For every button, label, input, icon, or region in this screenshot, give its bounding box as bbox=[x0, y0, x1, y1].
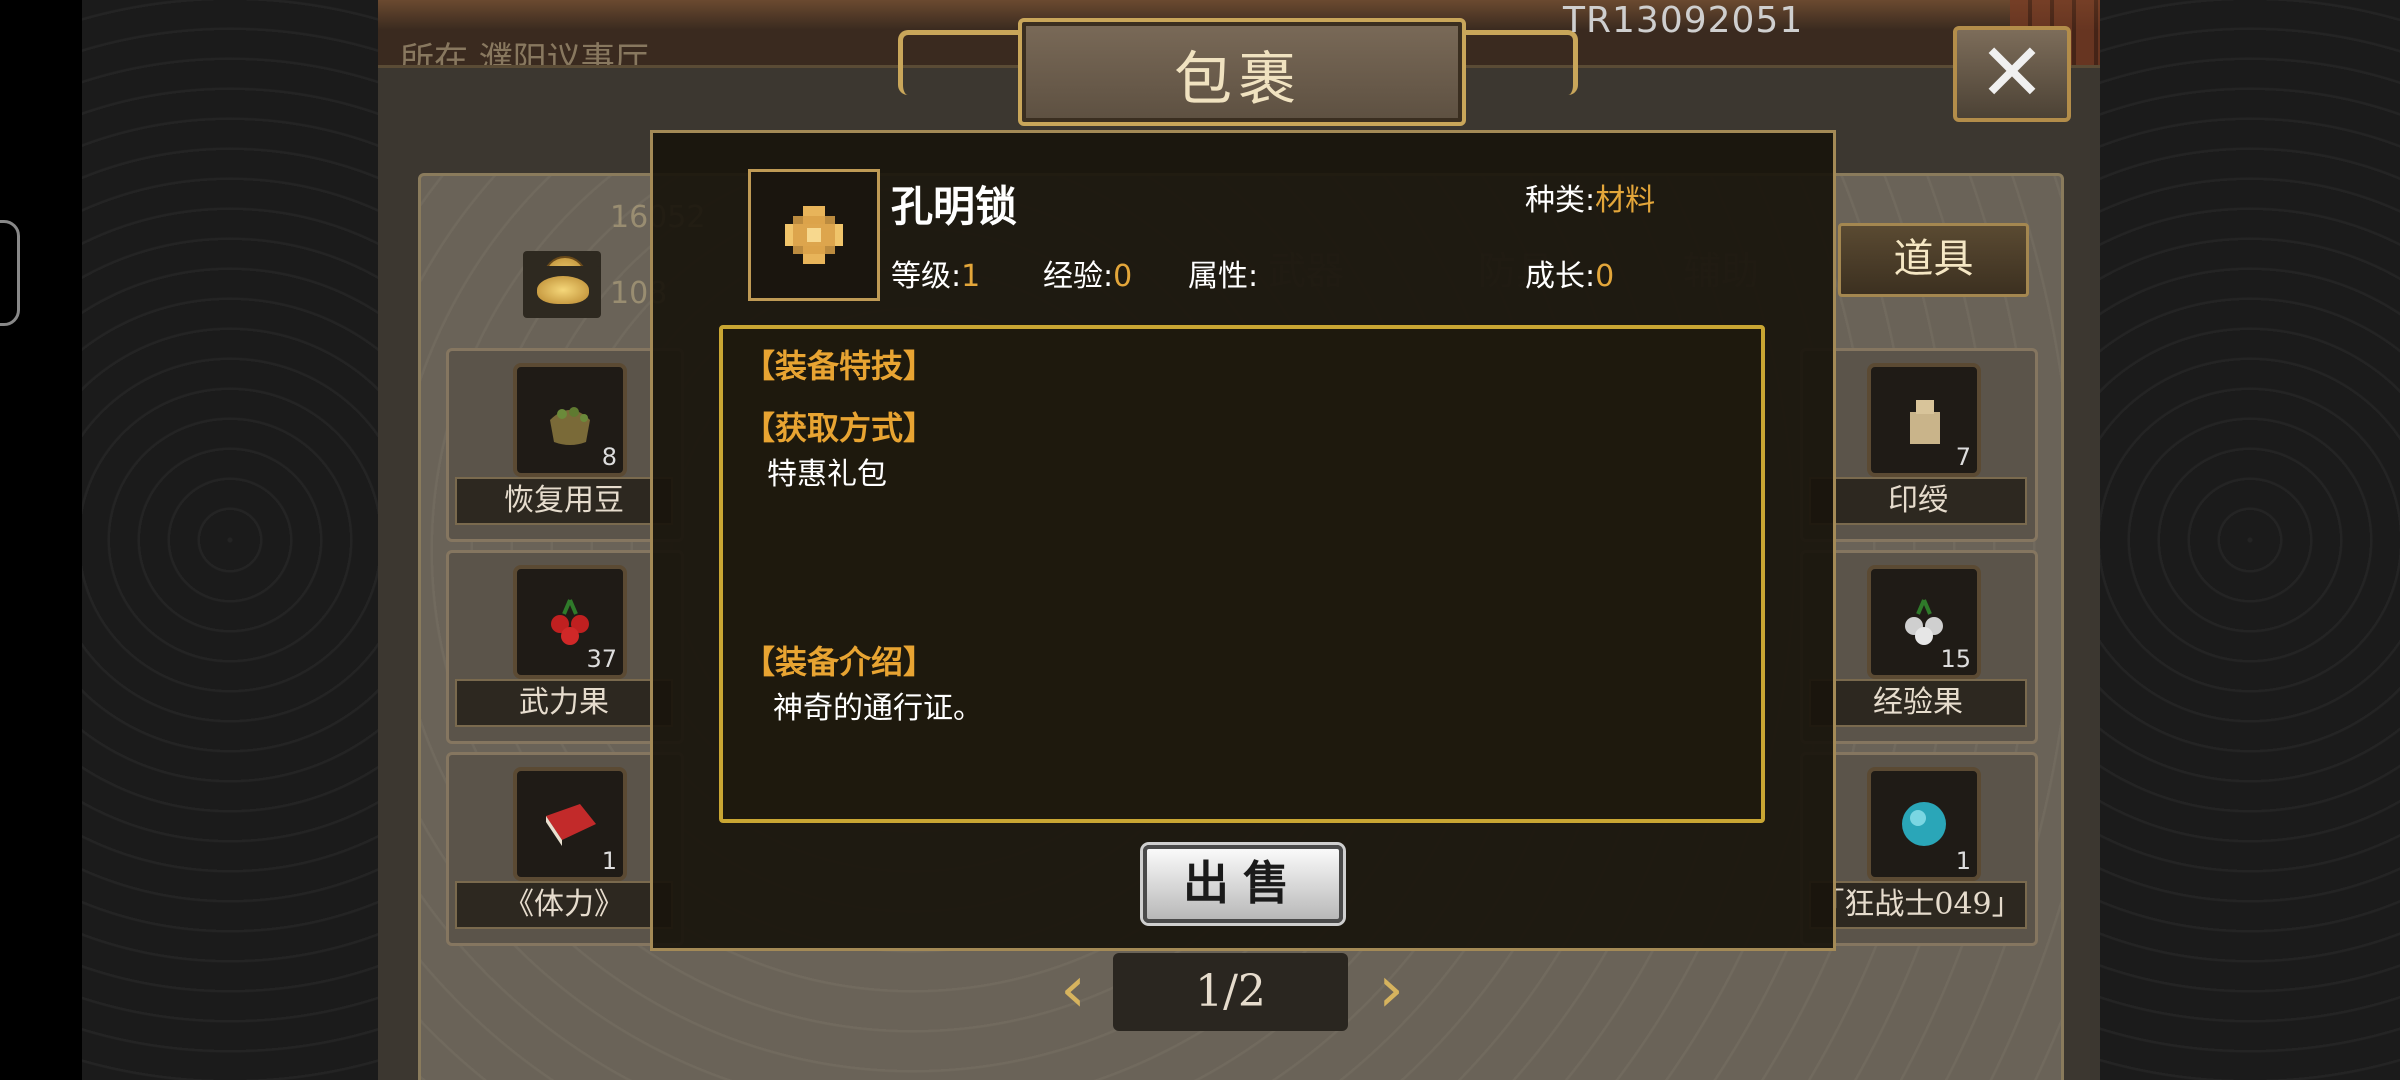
item-type: 种类:材料 bbox=[1525, 175, 1655, 219]
exp-stat: 经验:0 bbox=[1043, 251, 1132, 295]
item-slot: 15 bbox=[1867, 565, 1981, 679]
item-detail-popup: 孔明锁 种类:材料 等级:1 经验:0 属性: 成长:0 【装备特技】 【获取方… bbox=[650, 130, 1836, 951]
right-background-pattern bbox=[2100, 0, 2400, 1080]
grid-item-stamina-book[interactable]: 1 《体力》 bbox=[446, 752, 684, 946]
type-label: 种类: bbox=[1525, 183, 1596, 218]
attr-stat: 属性: bbox=[1188, 251, 1258, 295]
source-heading: 【获取方式】 bbox=[743, 409, 936, 447]
type-value: 材料 bbox=[1595, 183, 1656, 218]
item-icon-frame bbox=[748, 169, 880, 301]
intro-heading: 【装备介绍】 bbox=[743, 643, 936, 681]
sell-button[interactable]: 出售 bbox=[1143, 845, 1343, 923]
bean-sack-icon bbox=[550, 407, 590, 445]
window-title: 包裹 bbox=[1173, 45, 1302, 113]
item-slot: 1 bbox=[513, 767, 627, 881]
item-slot: 37 bbox=[513, 565, 627, 679]
skill-heading: 【装备特技】 bbox=[743, 347, 936, 385]
item-label: 经验果 bbox=[1809, 679, 2027, 727]
close-icon: ✕ bbox=[1978, 26, 2046, 119]
item-count: 37 bbox=[586, 645, 617, 673]
page-indicator: 1/2 bbox=[1113, 953, 1348, 1031]
item-slot: 7 bbox=[1867, 363, 1981, 477]
item-count: 8 bbox=[601, 443, 617, 471]
blue-orb-icon bbox=[1902, 802, 1946, 846]
item-label: 「狂战士049」 bbox=[1809, 881, 2027, 929]
kongming-lock-icon bbox=[785, 206, 843, 264]
growth-value: 0 bbox=[1595, 259, 1615, 294]
level-label: 等级: bbox=[891, 259, 962, 294]
growth-stat: 成长:0 bbox=[1525, 251, 1614, 295]
item-label: 印绶 bbox=[1809, 477, 2027, 525]
level-value: 1 bbox=[961, 259, 981, 294]
ingot-icon bbox=[523, 266, 601, 318]
item-label: 《体力》 bbox=[455, 881, 673, 929]
exp-label: 经验: bbox=[1043, 259, 1114, 294]
tab-items[interactable]: 道具 bbox=[1838, 223, 2029, 297]
item-count: 7 bbox=[1955, 443, 1971, 471]
exp-value: 0 bbox=[1113, 259, 1133, 294]
attr-label: 属性: bbox=[1188, 259, 1259, 294]
back-gesture-handle[interactable] bbox=[0, 220, 20, 326]
player-id: TR13092051 bbox=[1563, 0, 1804, 41]
item-slot: 1 bbox=[1867, 767, 1981, 881]
item-detail-box: 【装备特技】 【获取方式】 特惠礼包 【装备介绍】 神奇的通行证。 bbox=[719, 325, 1765, 823]
grid-item-strength-fruit[interactable]: 37 武力果 bbox=[446, 550, 684, 744]
item-label: 武力果 bbox=[455, 679, 673, 727]
next-arrow-icon[interactable]: › bbox=[1368, 958, 1414, 1023]
intro-text: 神奇的通行证。 bbox=[773, 691, 983, 726]
seal-box-icon bbox=[1910, 400, 1940, 444]
left-background-pattern bbox=[82, 0, 378, 1080]
prev-arrow-icon[interactable]: ‹ bbox=[1050, 958, 1096, 1023]
item-count: 1 bbox=[601, 847, 617, 875]
grid-item-recovery-bean[interactable]: 8 恢复用豆 bbox=[446, 348, 684, 542]
red-fruit-icon bbox=[551, 599, 589, 645]
item-name: 孔明锁 bbox=[891, 182, 1018, 231]
growth-label: 成长: bbox=[1525, 259, 1596, 294]
level-stat: 等级:1 bbox=[891, 251, 980, 295]
item-label: 恢复用豆 bbox=[455, 477, 673, 525]
item-count: 1 bbox=[1955, 847, 1971, 875]
white-fruit-icon bbox=[1905, 599, 1943, 645]
left-bezel bbox=[0, 0, 82, 1080]
source-text: 特惠礼包 bbox=[767, 457, 887, 492]
item-count: 15 bbox=[1940, 645, 1971, 673]
red-book-icon bbox=[546, 804, 596, 846]
item-slot: 8 bbox=[513, 363, 627, 477]
title-plaque: 包裹 bbox=[898, 10, 1578, 126]
close-button[interactable]: ✕ bbox=[1953, 26, 2071, 122]
